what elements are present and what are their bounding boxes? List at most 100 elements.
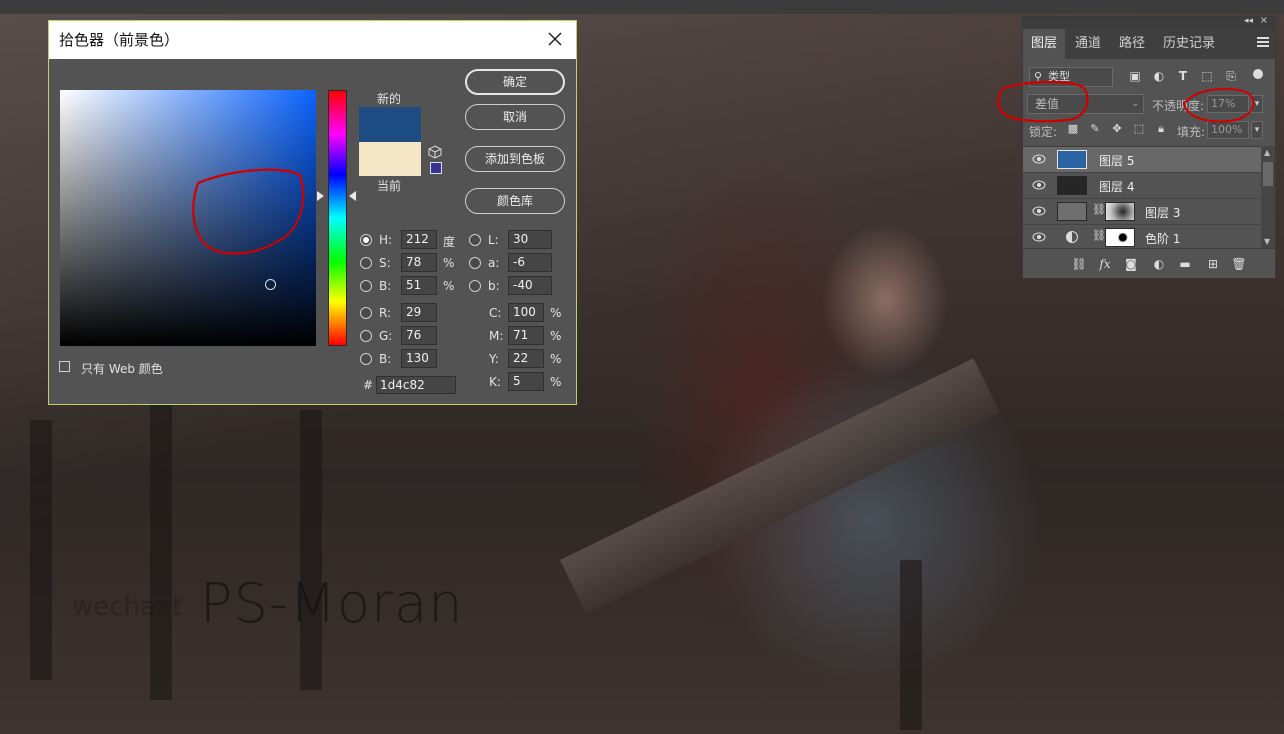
radio-lab-l[interactable] <box>469 234 481 246</box>
input-lab-b[interactable]: -40 <box>508 276 552 295</box>
filter-toggle-icon[interactable] <box>1253 69 1263 79</box>
filter-pixel-icon[interactable]: ▣ <box>1128 69 1142 83</box>
radio-lab-a[interactable] <box>469 257 481 269</box>
mask-link-icon[interactable]: ⛓ <box>1092 229 1106 242</box>
lock-label: 锁定: <box>1029 125 1058 139</box>
layer-thumbnail <box>1057 176 1087 195</box>
new-layer-icon[interactable]: ⊞ <box>1205 256 1221 272</box>
opacity-input[interactable]: 17% <box>1207 95 1249 113</box>
input-y[interactable]: 22 <box>508 349 544 368</box>
collapse-panels-icon[interactable]: ◂◂ <box>1244 16 1253 26</box>
radio-g[interactable] <box>360 330 372 342</box>
tab-channels[interactable]: 通道 <box>1067 29 1109 59</box>
out-of-gamut-cube-icon[interactable] <box>428 145 442 159</box>
radio-b[interactable] <box>360 280 372 292</box>
input-m[interactable]: 71 <box>508 326 544 345</box>
web-only-checkbox[interactable] <box>59 361 70 372</box>
close-panel-icon[interactable]: × <box>1260 15 1268 26</box>
layer-row[interactable]: ⛓ 图层 3 <box>1023 199 1261 225</box>
color-picker-cursor[interactable] <box>265 279 276 290</box>
hue-slider-left-arrow-icon[interactable] <box>317 191 324 201</box>
new-group-folder-icon[interactable]: ▬ <box>1177 256 1193 272</box>
lock-image-pixels-icon[interactable]: ✎ <box>1089 123 1101 135</box>
radio-lab-b[interactable] <box>469 280 481 292</box>
layer-name[interactable]: 色阶 1 <box>1145 230 1180 247</box>
tab-history[interactable]: 历史记录 <box>1155 29 1223 59</box>
close-icon[interactable] <box>544 28 566 50</box>
fill-dropdown-icon[interactable]: ▾ <box>1251 121 1263 139</box>
blend-mode-select[interactable]: 差值 ⌄ <box>1027 94 1144 114</box>
layer-filter-select[interactable]: ⚲ 类型 <box>1029 67 1113 87</box>
input-k[interactable]: 5 <box>508 372 544 391</box>
layer-name[interactable]: 图层 5 <box>1099 152 1134 169</box>
opacity-dropdown-icon[interactable]: ▾ <box>1251 95 1263 113</box>
filter-smart-object-icon[interactable]: ⎘ <box>1224 69 1238 83</box>
saturation-brightness-field[interactable] <box>60 90 316 346</box>
current-color-swatch[interactable] <box>359 142 421 176</box>
visibility-eye-icon[interactable] <box>1032 154 1046 164</box>
hue-slider-right-arrow-icon[interactable] <box>349 191 356 201</box>
ok-button[interactable]: 确定 <box>465 69 565 95</box>
scroll-up-icon[interactable]: ▲ <box>1264 148 1270 157</box>
lock-all-icon[interactable]: 🔒︎ <box>1155 123 1167 135</box>
add-to-swatches-button[interactable]: 添加到色板 <box>465 146 565 172</box>
radio-rgb-b[interactable] <box>360 353 372 365</box>
layer-name[interactable]: 图层 3 <box>1145 204 1180 221</box>
lock-artboard-icon[interactable]: ⬚ <box>1133 123 1145 135</box>
unit-y: % <box>550 352 562 366</box>
input-h[interactable]: 212 <box>401 230 437 249</box>
hex-label: # <box>363 378 374 392</box>
radio-h[interactable] <box>360 234 372 246</box>
panel-menu-icon[interactable] <box>1257 37 1269 49</box>
visibility-eye-icon[interactable] <box>1032 180 1046 190</box>
hue-slider[interactable] <box>328 90 347 346</box>
layer-row[interactable]: 图层 5 <box>1023 147 1261 173</box>
mask-link-icon[interactable]: ⛓ <box>1092 203 1106 216</box>
input-c[interactable]: 100 <box>508 303 544 322</box>
layers-panel: ◂◂ × 图层 通道 路径 历史记录 ⚲ 类型 ▣ ◐ T ⬚ ⎘ 差值 ⌄ 不… <box>1022 15 1276 278</box>
scroll-down-icon[interactable]: ▼ <box>1264 237 1270 246</box>
label-b: B: <box>379 279 392 293</box>
unit-c: % <box>550 306 562 320</box>
add-mask-icon[interactable]: ◙ <box>1123 256 1139 272</box>
input-b[interactable]: 51 <box>401 276 437 295</box>
input-lab-l[interactable]: 30 <box>508 230 552 249</box>
delete-layer-trash-icon[interactable]: 🗑︎ <box>1231 256 1247 272</box>
visibility-eye-icon[interactable] <box>1032 232 1046 242</box>
radio-s[interactable] <box>360 257 372 269</box>
filter-type-icon[interactable]: T <box>1176 69 1190 83</box>
lock-transparent-pixels-icon[interactable]: ▩ <box>1067 123 1079 135</box>
web-safe-color-swatch[interactable] <box>430 162 442 174</box>
layers-scrollbar[interactable]: ▲ ▼ <box>1261 146 1275 248</box>
link-layers-icon[interactable]: ⛓ <box>1071 256 1087 272</box>
watermark-small: wechaat <box>72 592 183 622</box>
new-adjustment-icon[interactable]: ◐ <box>1151 256 1167 272</box>
fill-input[interactable]: 100% <box>1207 121 1249 139</box>
visibility-eye-icon[interactable] <box>1032 206 1046 216</box>
levels-adjustment-icon <box>1066 231 1078 243</box>
photo-fence-post <box>300 410 322 690</box>
input-r[interactable]: 29 <box>401 303 437 322</box>
layer-row[interactable]: ⛓ 色阶 1 <box>1023 225 1261 248</box>
filter-shape-icon[interactable]: ⬚ <box>1200 69 1214 83</box>
input-s[interactable]: 78 <box>401 253 437 272</box>
lock-position-icon[interactable]: ✥ <box>1111 123 1123 135</box>
layer-mask-thumbnail[interactable] <box>1105 202 1135 221</box>
tab-paths[interactable]: 路径 <box>1111 29 1153 59</box>
input-g[interactable]: 76 <box>401 326 437 345</box>
input-rgb-b[interactable]: 130 <box>401 349 437 368</box>
fx-icon[interactable]: fx <box>1097 256 1113 272</box>
radio-r[interactable] <box>360 307 372 319</box>
scrollbar-thumb[interactable] <box>1263 162 1273 186</box>
cancel-button[interactable]: 取消 <box>465 104 565 130</box>
layer-mask-thumbnail[interactable] <box>1105 228 1135 247</box>
filter-adjustment-icon[interactable]: ◐ <box>1152 69 1166 83</box>
layer-name[interactable]: 图层 4 <box>1099 178 1134 195</box>
tab-layers[interactable]: 图层 <box>1023 29 1066 59</box>
layers-bottom-toolbar: ⛓ fx ◙ ◐ ▬ ⊞ 🗑︎ <box>1023 248 1275 278</box>
label-rgb-b: B: <box>379 352 392 366</box>
input-lab-a[interactable]: -6 <box>508 253 552 272</box>
layer-row[interactable]: 图层 4 <box>1023 173 1261 199</box>
color-libraries-button[interactable]: 颜色库 <box>465 188 565 214</box>
hex-input[interactable]: 1d4c82 <box>376 376 456 394</box>
